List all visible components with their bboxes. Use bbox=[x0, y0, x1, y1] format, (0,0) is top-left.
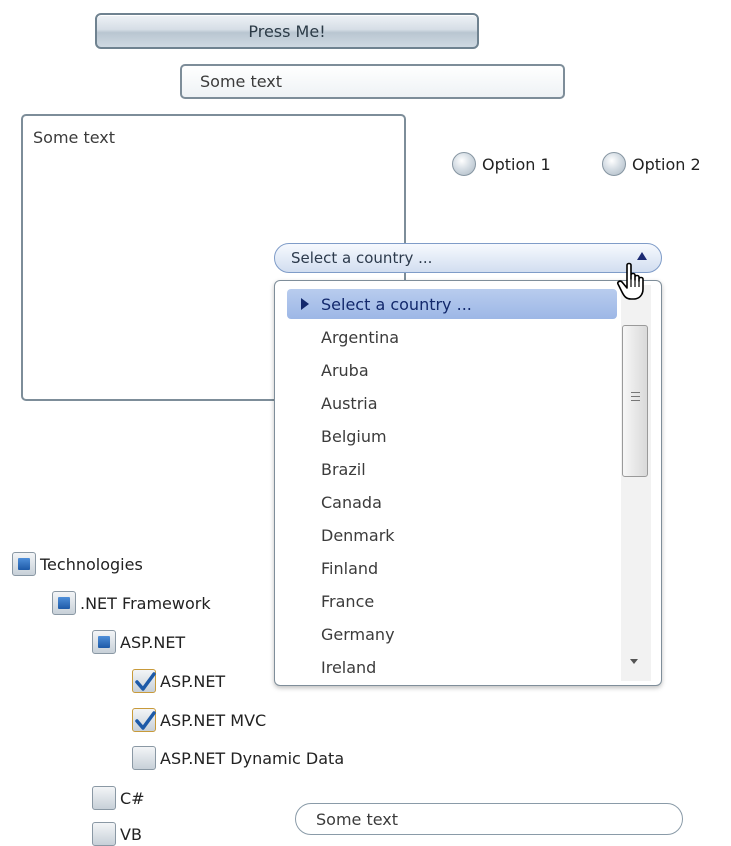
dropdown-item[interactable]: Canada bbox=[287, 487, 617, 517]
dropdown-scrollbar-thumb[interactable] bbox=[622, 325, 648, 477]
tree-item-label: ASP.NET Dynamic Data bbox=[160, 748, 345, 768]
dropdown-item[interactable]: Germany bbox=[287, 619, 617, 649]
tree-item-label: ASP.NET bbox=[120, 632, 186, 652]
dropdown-item[interactable]: Aruba bbox=[287, 355, 617, 385]
grip-line bbox=[631, 392, 640, 393]
checkbox-checked[interactable] bbox=[132, 708, 156, 732]
chevron-up-icon[interactable] bbox=[637, 252, 647, 260]
tree-item-technologies[interactable]: Technologies bbox=[12, 552, 143, 576]
radio-option-1[interactable]: Option 1 bbox=[452, 152, 551, 176]
dropdown-item[interactable]: Brazil bbox=[287, 454, 617, 484]
country-combobox-value: Select a country ... bbox=[291, 249, 433, 267]
text-area-value: Some text bbox=[33, 128, 116, 147]
radio-option-2-label: Option 2 bbox=[632, 154, 701, 174]
dropdown-item-label: Select a country ... bbox=[321, 294, 472, 314]
text-input-bottom-value: Some text bbox=[316, 809, 399, 829]
dropdown-item[interactable]: Ireland bbox=[287, 652, 617, 682]
checkbox-unchecked[interactable] bbox=[92, 822, 116, 846]
grip-line bbox=[631, 396, 640, 397]
checkbox-partial[interactable] bbox=[52, 591, 76, 615]
checkmark-icon bbox=[135, 711, 156, 730]
tree-item-label: ASP.NET bbox=[160, 671, 226, 691]
chevron-right-icon bbox=[301, 298, 309, 310]
dropdown-item-label: Germany bbox=[321, 624, 395, 644]
radio-option-1-label: Option 1 bbox=[482, 154, 551, 174]
tree-item-net-framework[interactable]: .NET Framework bbox=[52, 591, 211, 615]
dropdown-item-label: Brazil bbox=[321, 459, 366, 479]
radio-option-1-circle[interactable] bbox=[452, 152, 476, 176]
tree-item-label: VB bbox=[120, 824, 142, 844]
scroll-down-arrow-icon[interactable] bbox=[630, 659, 638, 664]
dropdown-item[interactable]: Belgium bbox=[287, 421, 617, 451]
text-input-bottom[interactable]: Some text bbox=[295, 803, 683, 835]
tree-item-label: ASP.NET MVC bbox=[160, 710, 267, 730]
tree-item-csharp[interactable]: C# bbox=[92, 786, 145, 810]
radio-option-2-circle[interactable] bbox=[602, 152, 626, 176]
checkbox-unchecked[interactable] bbox=[132, 746, 156, 770]
dropdown-item-label: Finland bbox=[321, 558, 379, 578]
checkbox-checked[interactable] bbox=[132, 669, 156, 693]
tree-item-aspnet-group[interactable]: ASP.NET bbox=[92, 630, 185, 654]
tree-item-aspnet[interactable]: ASP.NET bbox=[132, 669, 225, 693]
tree-item-aspnet-dynamic-data[interactable]: ASP.NET Dynamic Data bbox=[132, 746, 344, 770]
dropdown-item-label: Argentina bbox=[321, 327, 400, 347]
dropdown-item-label: Ireland bbox=[321, 657, 377, 677]
dropdown-item[interactable]: Finland bbox=[287, 553, 617, 583]
text-input-top-value: Some text bbox=[200, 72, 283, 91]
tree-item-aspnet-mvc[interactable]: ASP.NET MVC bbox=[132, 708, 266, 732]
dropdown-item[interactable]: Austria bbox=[287, 388, 617, 418]
dropdown-item-label: Canada bbox=[321, 492, 382, 512]
dropdown-item[interactable]: Denmark bbox=[287, 520, 617, 550]
dropdown-item[interactable]: France bbox=[287, 586, 617, 616]
country-combobox[interactable]: Select a country ... bbox=[274, 243, 662, 273]
tree-item-label: .NET Framework bbox=[80, 593, 211, 613]
checkmark-icon bbox=[135, 672, 156, 691]
press-me-button[interactable]: Press Me! bbox=[95, 13, 479, 49]
dropdown-item-label: Austria bbox=[321, 393, 378, 413]
dropdown-item-label: Belgium bbox=[321, 426, 387, 446]
dropdown-item[interactable]: Argentina bbox=[287, 322, 617, 352]
checkbox-unchecked[interactable] bbox=[92, 786, 116, 810]
tree-item-label: C# bbox=[120, 788, 145, 808]
dropdown-item-label: France bbox=[321, 591, 375, 611]
country-dropdown-list[interactable]: Select a country ... Argentina Aruba Aus… bbox=[274, 280, 662, 686]
grip-line bbox=[631, 400, 640, 401]
tree-item-vb[interactable]: VB bbox=[92, 822, 142, 846]
hand-cursor-icon bbox=[617, 262, 644, 300]
dropdown-item[interactable]: Select a country ... bbox=[287, 289, 617, 319]
checkbox-partial[interactable] bbox=[92, 630, 116, 654]
checkbox-partial[interactable] bbox=[12, 552, 36, 576]
tree-item-label: Technologies bbox=[40, 554, 143, 574]
radio-option-2[interactable]: Option 2 bbox=[602, 152, 701, 176]
text-input-top[interactable]: Some text bbox=[180, 64, 565, 99]
dropdown-item-label: Aruba bbox=[321, 360, 369, 380]
dropdown-item-label: Denmark bbox=[321, 525, 395, 545]
